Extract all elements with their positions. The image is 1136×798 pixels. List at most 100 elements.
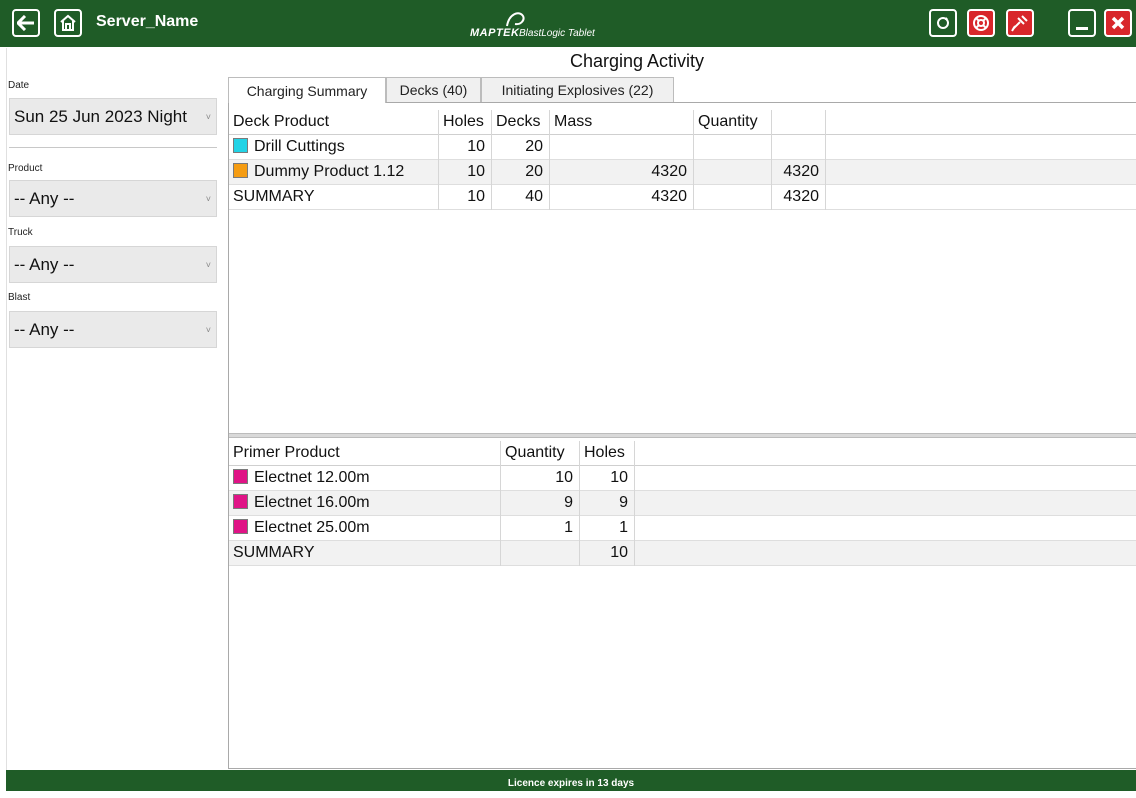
column-header-decks[interactable]: Decks (492, 110, 550, 135)
quantity-cell (694, 185, 772, 210)
table-row[interactable]: Electnet 12.00m 10 10 (229, 466, 1136, 491)
decks-cell: 20 (492, 160, 550, 185)
column-header-holes[interactable]: Holes (580, 441, 635, 466)
product-label: Product (8, 163, 43, 174)
primer-product-table: Primer Product Quantity Holes Electnet 1… (229, 441, 1136, 566)
holes-cell: 10 (439, 160, 492, 185)
quantity-value-cell: 4320 (772, 160, 826, 185)
quantity-value-cell (772, 135, 826, 160)
tab-content: Deck Product Holes Decks Mass Quantity D… (228, 102, 1136, 769)
chevron-down-icon: ˅ (205, 325, 211, 335)
deck-product-table: Deck Product Holes Decks Mass Quantity D… (229, 110, 1136, 210)
chevron-down-icon: ˅ (205, 194, 211, 204)
holes-cell: 9 (580, 491, 635, 516)
truck-label: Truck (8, 227, 33, 238)
title-bar: Server_Name MAPTEK BlastLogic Tablet (0, 0, 1136, 47)
table-row[interactable]: Electnet 25.00m 1 1 (229, 516, 1136, 541)
color-swatch (233, 138, 248, 153)
back-button[interactable] (12, 9, 40, 37)
product-cell: Electnet 12.00m (229, 466, 501, 491)
close-button[interactable] (1104, 9, 1132, 37)
lifebuoy-icon (973, 15, 989, 31)
date-label: Date (8, 80, 30, 91)
column-header-quantity[interactable]: Quantity (501, 441, 580, 466)
help-button[interactable] (967, 9, 995, 37)
table-header-row: Deck Product Holes Decks Mass Quantity (229, 110, 1136, 135)
color-swatch (233, 163, 248, 178)
color-swatch (233, 469, 248, 484)
minimize-icon (1076, 27, 1088, 30)
product-value: -- Any -- (14, 188, 75, 208)
panel-splitter[interactable] (229, 433, 1136, 438)
summary-row[interactable]: SUMMARY 10 40 4320 4320 (229, 185, 1136, 210)
table-row[interactable]: Electnet 16.00m 9 9 (229, 491, 1136, 516)
status-bar: Licence expires in 13 days (6, 770, 1136, 791)
quantity-cell (694, 160, 772, 185)
home-button[interactable] (54, 9, 82, 37)
minimize-button[interactable] (1068, 9, 1096, 37)
product-cell: Drill Cuttings (229, 135, 439, 160)
table-row[interactable]: Drill Cuttings 10 20 (229, 135, 1136, 160)
table-header-row: Primer Product Quantity Holes (229, 441, 1136, 466)
blast-select[interactable]: -- Any -- ˅ (9, 311, 217, 348)
holes-cell: 10 (580, 466, 635, 491)
sync-icon (937, 17, 949, 29)
table-row[interactable]: Dummy Product 1.12 10 20 4320 4320 (229, 160, 1136, 185)
mass-cell: 4320 (550, 185, 694, 210)
connection-button[interactable] (1006, 9, 1034, 37)
column-header-blank (772, 110, 826, 135)
product-name: Drill Cuttings (254, 138, 345, 155)
server-name: Server_Name (96, 13, 199, 30)
product-name: Electnet 12.00m (254, 469, 370, 486)
column-header-mass[interactable]: Mass (550, 110, 694, 135)
back-arrow-icon (17, 15, 34, 31)
blast-value: -- Any -- (14, 319, 75, 339)
mass-cell (550, 135, 694, 160)
color-swatch (233, 519, 248, 534)
sync-button[interactable] (929, 9, 957, 37)
product-name: Electnet 25.00m (254, 519, 370, 536)
quantity-cell: 10 (501, 466, 580, 491)
quantity-cell: 1 (501, 516, 580, 541)
product-cell: Electnet 25.00m (229, 516, 501, 541)
tab-charging-summary[interactable]: Charging Summary (228, 77, 386, 103)
color-swatch (233, 494, 248, 509)
mass-cell: 4320 (550, 160, 694, 185)
product-cell: Electnet 16.00m (229, 491, 501, 516)
tab-decks[interactable]: Decks (40) (386, 77, 481, 102)
column-header-holes[interactable]: Holes (439, 110, 492, 135)
column-header-quantity[interactable]: Quantity (694, 110, 772, 135)
quantity-cell (694, 135, 772, 160)
date-value: Sun 25 Jun 2023 Night (14, 106, 187, 126)
tab-initiating-explosives[interactable]: Initiating Explosives (22) (481, 77, 674, 102)
satellite-icon (1011, 15, 1028, 32)
product-name: Electnet 16.00m (254, 494, 370, 511)
product-name: Dummy Product 1.12 (254, 163, 405, 180)
product-cell: Dummy Product 1.12 (229, 160, 439, 185)
product-cell: SUMMARY (229, 541, 501, 566)
close-icon (1111, 16, 1125, 30)
quantity-cell: 9 (501, 491, 580, 516)
quantity-cell (501, 541, 580, 566)
column-header-primer-product[interactable]: Primer Product (229, 441, 501, 466)
truck-value: -- Any -- (14, 254, 75, 274)
chevron-down-icon: ˅ (205, 260, 211, 270)
date-select[interactable]: Sun 25 Jun 2023 Night ˅ (9, 98, 217, 135)
product-select[interactable]: -- Any -- ˅ (9, 180, 217, 217)
decks-cell: 20 (492, 135, 550, 160)
brand-sub: BlastLogic Tablet (519, 28, 595, 39)
holes-cell: 10 (439, 185, 492, 210)
chevron-down-icon: ˅ (205, 112, 211, 122)
quantity-value-cell: 4320 (772, 185, 826, 210)
home-icon (60, 14, 76, 31)
maptek-logo-icon (506, 12, 525, 27)
brand-main: MAPTEK (470, 27, 520, 39)
truck-select[interactable]: -- Any -- ˅ (9, 246, 217, 283)
decks-cell: 40 (492, 185, 550, 210)
column-header-deck-product[interactable]: Deck Product (229, 110, 439, 135)
page-title: Charging Activity (570, 51, 705, 71)
holes-cell: 10 (439, 135, 492, 160)
summary-row[interactable]: SUMMARY 10 (229, 541, 1136, 566)
brand-logo: MAPTEK BlastLogic Tablet (470, 10, 650, 40)
blast-label: Blast (8, 292, 31, 303)
